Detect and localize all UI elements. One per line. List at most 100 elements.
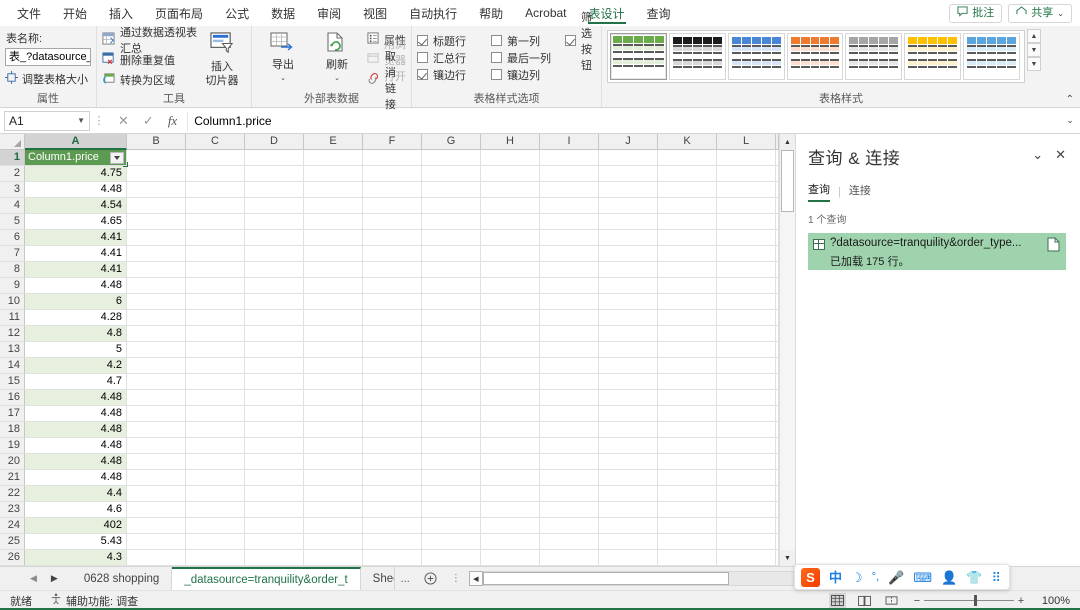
table-style-swatch[interactable] [904, 33, 962, 80]
cell-K21[interactable] [658, 470, 717, 486]
table-style-swatch[interactable] [727, 33, 785, 80]
cell-C22[interactable] [186, 486, 245, 502]
collapse-ribbon-button[interactable]: ⌃ [1066, 94, 1074, 105]
row-header-3[interactable]: 3 [0, 182, 25, 198]
cell-K16[interactable] [658, 390, 717, 406]
normal-view-button[interactable] [829, 593, 846, 608]
cell-G2[interactable] [422, 166, 481, 182]
cell-F3[interactable] [363, 182, 422, 198]
cell-F24[interactable] [363, 518, 422, 534]
cell-L2[interactable] [717, 166, 776, 182]
cell-I23[interactable] [540, 502, 599, 518]
ime-voice-icon[interactable]: 🎤 [888, 571, 904, 584]
cell-I14[interactable] [540, 358, 599, 374]
cell-A23[interactable]: 4.6 [25, 502, 127, 518]
cell-G17[interactable] [422, 406, 481, 422]
cell-E24[interactable] [304, 518, 363, 534]
cell-F20[interactable] [363, 454, 422, 470]
row-header-22[interactable]: 22 [0, 486, 25, 502]
cell-J18[interactable] [599, 422, 658, 438]
zoom-handle[interactable] [973, 595, 977, 606]
cell-H23[interactable] [481, 502, 540, 518]
cell-B10[interactable] [127, 294, 186, 310]
row-header-8[interactable]: 8 [0, 262, 25, 278]
column-header-B[interactable]: B [127, 134, 186, 150]
cell-H3[interactable] [481, 182, 540, 198]
cell-C18[interactable] [186, 422, 245, 438]
cell-J25[interactable] [599, 534, 658, 550]
cell-B3[interactable] [127, 182, 186, 198]
accessibility-button[interactable]: 辅助功能: 调查 [50, 593, 138, 609]
cell-J8[interactable] [599, 262, 658, 278]
cell-J12[interactable] [599, 326, 658, 342]
table-style-swatch[interactable] [668, 33, 726, 80]
cell-F15[interactable] [363, 374, 422, 390]
column-header-H[interactable]: H [481, 134, 540, 150]
cell-G11[interactable] [422, 310, 481, 326]
cell-A21[interactable]: 4.48 [25, 470, 127, 486]
ribbon-tab-formulas[interactable]: 公式 [214, 0, 260, 26]
cell-F16[interactable] [363, 390, 422, 406]
cell-K9[interactable] [658, 278, 717, 294]
ribbon-tab-review[interactable]: 审阅 [306, 0, 352, 26]
cell-E9[interactable] [304, 278, 363, 294]
cell-A25[interactable]: 5.43 [25, 534, 127, 550]
cell-H13[interactable] [481, 342, 540, 358]
insert-function-icon[interactable]: fx [168, 113, 177, 129]
cell-C6[interactable] [186, 230, 245, 246]
cell-A17[interactable]: 4.48 [25, 406, 127, 422]
row-header-23[interactable]: 23 [0, 502, 25, 518]
vertical-scroll-thumb[interactable] [781, 150, 794, 212]
sheet-next-button[interactable]: ▶ [51, 573, 58, 584]
cell-I17[interactable] [540, 406, 599, 422]
cell-E8[interactable] [304, 262, 363, 278]
cancel-icon[interactable]: ✕ [118, 113, 129, 129]
cell-E17[interactable] [304, 406, 363, 422]
ribbon-tab-data[interactable]: 数据 [260, 0, 306, 26]
cell-A24[interactable]: 402 [25, 518, 127, 534]
cell-C15[interactable] [186, 374, 245, 390]
row-header-19[interactable]: 19 [0, 438, 25, 454]
cell-K18[interactable] [658, 422, 717, 438]
row-header-16[interactable]: 16 [0, 390, 25, 406]
cell-A9[interactable]: 4.48 [25, 278, 127, 294]
chevron-down-icon[interactable]: ⌄ [1032, 147, 1043, 163]
cell-I22[interactable] [540, 486, 599, 502]
cell-J4[interactable] [599, 198, 658, 214]
cell-I18[interactable] [540, 422, 599, 438]
cell-K17[interactable] [658, 406, 717, 422]
export-button[interactable]: 导出 ⌄ [257, 29, 309, 85]
sheet-tab-sheet[interactable]: Sheet [360, 567, 395, 590]
cell-L8[interactable] [717, 262, 776, 278]
cell-F25[interactable] [363, 534, 422, 550]
cell-H18[interactable] [481, 422, 540, 438]
cell-E26[interactable] [304, 550, 363, 566]
row-header-20[interactable]: 20 [0, 454, 25, 470]
row-header-4[interactable]: 4 [0, 198, 25, 214]
cell-C14[interactable] [186, 358, 245, 374]
cell-I24[interactable] [540, 518, 599, 534]
cell-H20[interactable] [481, 454, 540, 470]
cell-J19[interactable] [599, 438, 658, 454]
cell-A5[interactable]: 4.65 [25, 214, 127, 230]
cell-F11[interactable] [363, 310, 422, 326]
cell-B4[interactable] [127, 198, 186, 214]
cell-G4[interactable] [422, 198, 481, 214]
cell-C12[interactable] [186, 326, 245, 342]
column-header-G[interactable]: G [422, 134, 481, 150]
cell-E4[interactable] [304, 198, 363, 214]
cell-L6[interactable] [717, 230, 776, 246]
cell-I16[interactable] [540, 390, 599, 406]
convert-to-range-button[interactable]: 转换为区域 [102, 71, 198, 88]
cell-D18[interactable] [245, 422, 304, 438]
cell-H4[interactable] [481, 198, 540, 214]
row-header-6[interactable]: 6 [0, 230, 25, 246]
ribbon-tab-view[interactable]: 视图 [352, 0, 398, 26]
column-header-D[interactable]: D [245, 134, 304, 150]
column-header-A[interactable]: A [25, 134, 127, 150]
cell-F4[interactable] [363, 198, 422, 214]
cell-H25[interactable] [481, 534, 540, 550]
cell-L18[interactable] [717, 422, 776, 438]
cell-K11[interactable] [658, 310, 717, 326]
cell-L16[interactable] [717, 390, 776, 406]
